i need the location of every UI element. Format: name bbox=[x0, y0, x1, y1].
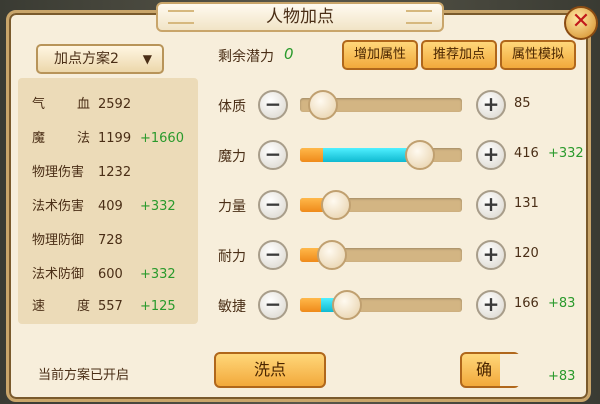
stat-bonus: +332 bbox=[140, 199, 176, 214]
stat-label: 法术伤害 bbox=[32, 199, 85, 214]
stat-value: 2592 bbox=[98, 97, 132, 112]
stat-row: 魔法 1199 +1660 bbox=[32, 128, 192, 150]
stat-bonus: +1660 bbox=[140, 131, 184, 146]
increase-button[interactable]: + bbox=[476, 190, 506, 220]
stat-label: 物理防御 bbox=[32, 233, 85, 248]
attribute-bonus: +332 bbox=[548, 146, 584, 161]
decrease-button[interactable]: − bbox=[258, 90, 288, 120]
slider-base-fill bbox=[300, 298, 322, 312]
plus-icon: + bbox=[482, 92, 500, 116]
slider-handle[interactable] bbox=[317, 240, 348, 270]
decrease-button[interactable]: − bbox=[258, 190, 288, 220]
attribute-row: 力量 − +131 bbox=[218, 190, 588, 220]
attribute-slider-track[interactable] bbox=[300, 90, 462, 120]
chevron-down-icon: ▼ bbox=[142, 52, 152, 66]
reset-points-button[interactable]: 洗点 bbox=[214, 352, 326, 388]
attribute-value: 131 bbox=[514, 196, 539, 211]
plus-icon: + bbox=[482, 292, 500, 316]
stat-bonus: +332 bbox=[140, 267, 176, 282]
banner-ornament-left bbox=[168, 10, 194, 24]
recommend-points-button[interactable]: 推荐加点 bbox=[421, 40, 497, 70]
scheme-status-text: 当前方案已开启 bbox=[38, 368, 130, 383]
attribute-row: 魔力 − +416 +332 bbox=[218, 140, 588, 170]
decrease-button[interactable]: − bbox=[258, 140, 288, 170]
plus-icon: + bbox=[482, 142, 500, 166]
attribute-row: 体质 − +85 bbox=[218, 90, 588, 120]
slider-base-fill bbox=[300, 148, 323, 162]
stat-row: 法术伤害 409 +332 bbox=[32, 196, 192, 218]
slider-handle[interactable] bbox=[307, 90, 338, 120]
stat-value: 600 bbox=[98, 267, 123, 282]
attribute-bonus: +83 bbox=[548, 296, 576, 311]
minus-icon: − bbox=[264, 192, 282, 216]
attribute-value: 120 bbox=[514, 246, 539, 261]
simulate-attribute-button[interactable]: 属性模拟 bbox=[500, 40, 576, 70]
close-button[interactable]: ✕ bbox=[564, 6, 598, 40]
slider-handle[interactable] bbox=[331, 290, 362, 320]
decrease-button[interactable]: − bbox=[258, 290, 288, 320]
stat-value: 1199 bbox=[98, 131, 132, 146]
attribute-slider-track[interactable] bbox=[300, 290, 462, 320]
scheme-dropdown[interactable]: 加点方案2 ▼ bbox=[36, 44, 164, 74]
attribute-slider-track[interactable] bbox=[300, 190, 462, 220]
stat-label: 法术防御 bbox=[32, 267, 85, 282]
scheme-dropdown-label: 加点方案2 bbox=[54, 51, 119, 67]
page-title: 人物加点 bbox=[266, 7, 334, 27]
minus-icon: − bbox=[264, 142, 282, 166]
stat-value: 557 bbox=[98, 299, 123, 314]
minus-icon: − bbox=[264, 242, 282, 266]
increase-button[interactable]: + bbox=[476, 290, 506, 320]
stat-row: 法术防御 600 +332 bbox=[32, 264, 192, 286]
title-banner: 人物加点 bbox=[156, 2, 444, 32]
plus-icon: + bbox=[482, 242, 500, 266]
add-attribute-button[interactable]: 增加属性 bbox=[342, 40, 418, 70]
attribute-name: 体质 bbox=[218, 99, 246, 115]
attribute-value: 166 bbox=[514, 296, 539, 311]
stat-row: 物理防御 728 bbox=[32, 230, 192, 252]
slider-handle[interactable] bbox=[320, 190, 351, 220]
attribute-name: 魔力 bbox=[218, 149, 246, 165]
attribute-slider-track[interactable] bbox=[300, 240, 462, 270]
potential-value: 0 bbox=[284, 45, 294, 63]
decrease-button[interactable]: − bbox=[258, 240, 288, 270]
increase-button[interactable]: + bbox=[476, 140, 506, 170]
slider-handle[interactable] bbox=[404, 140, 435, 170]
attribute-slider-track[interactable] bbox=[300, 140, 462, 170]
stat-value: 728 bbox=[98, 233, 123, 248]
stat-value: 409 bbox=[98, 199, 123, 214]
stat-row: 速度 557 +125 bbox=[32, 296, 192, 318]
attribute-name: 力量 bbox=[218, 199, 246, 215]
stat-label: 气血 bbox=[32, 97, 90, 112]
increase-button[interactable]: + bbox=[476, 90, 506, 120]
attribute-name: 敏捷 bbox=[218, 299, 246, 315]
attribute-value: 85 bbox=[514, 96, 531, 111]
stat-label: 速度 bbox=[32, 299, 90, 314]
minus-icon: − bbox=[264, 92, 282, 116]
banner-ornament-right bbox=[406, 10, 432, 24]
attribute-row: 耐力 − +120 bbox=[218, 240, 588, 270]
attribute-value: 416 bbox=[514, 146, 539, 161]
attribute-row: 敏捷 − +166 +83 bbox=[218, 290, 588, 320]
stat-row: 气血 2592 bbox=[32, 94, 192, 116]
stat-value: 1232 bbox=[98, 165, 132, 180]
stat-label: 魔法 bbox=[32, 131, 90, 146]
plus-icon: + bbox=[482, 192, 500, 216]
bottom-bonus-value: +83 bbox=[548, 369, 576, 384]
stat-row: 物理伤害 1232 bbox=[32, 162, 192, 184]
close-icon: ✕ bbox=[571, 9, 591, 34]
increase-button[interactable]: + bbox=[476, 240, 506, 270]
potential-label: 剩余潜力 bbox=[218, 49, 274, 65]
attribute-name: 耐力 bbox=[218, 249, 246, 265]
obscured-area bbox=[500, 354, 540, 386]
stat-label: 物理伤害 bbox=[32, 165, 85, 180]
minus-icon: − bbox=[264, 292, 282, 316]
stat-bonus: +125 bbox=[140, 299, 176, 314]
